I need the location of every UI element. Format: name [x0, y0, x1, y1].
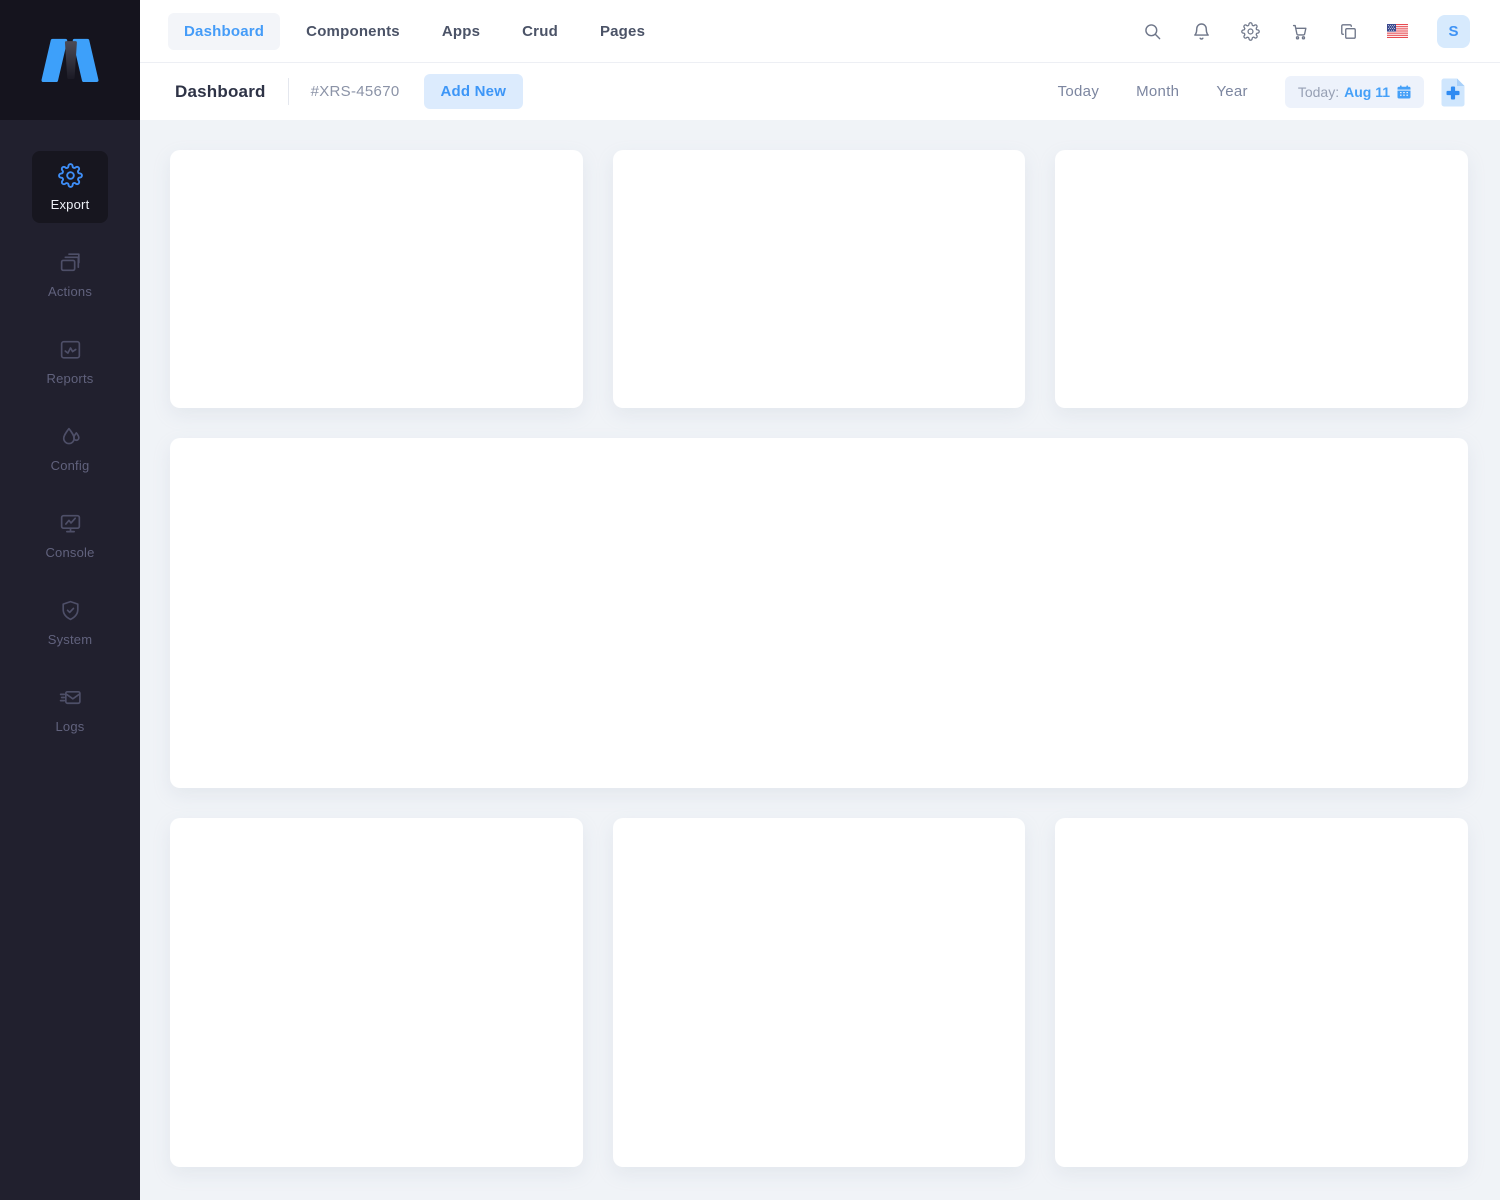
- drops-icon: [58, 424, 83, 449]
- range-year-link[interactable]: Year: [1216, 83, 1248, 100]
- detail-card-3: [1055, 818, 1468, 1167]
- sidebar-item-console[interactable]: Console: [32, 499, 108, 571]
- page-title: Dashboard: [175, 82, 266, 102]
- sidebar-item-label: Reports: [47, 371, 94, 386]
- reference-code: #XRS-45670: [311, 83, 400, 100]
- date-label: Today:: [1298, 84, 1339, 100]
- cart-icon[interactable]: [1289, 21, 1309, 41]
- sidebar-item-label: Console: [45, 545, 94, 560]
- tab-pages[interactable]: Pages: [584, 13, 661, 50]
- header-actions: S: [1142, 15, 1470, 48]
- calendar-icon: [1397, 85, 1411, 99]
- bell-icon[interactable]: [1191, 21, 1211, 41]
- dashboard-content: [140, 120, 1500, 1200]
- monitor-icon: [58, 511, 83, 536]
- range-month-link[interactable]: Month: [1136, 83, 1179, 100]
- sidebar-item-label: Config: [51, 458, 90, 473]
- gear-icon[interactable]: [1240, 21, 1260, 41]
- tab-apps[interactable]: Apps: [426, 13, 496, 50]
- report-icon: [58, 337, 83, 362]
- us-flag-icon[interactable]: [1387, 24, 1408, 38]
- sidebar-item-reports[interactable]: Reports: [32, 325, 108, 397]
- main-panel-card: [170, 438, 1468, 788]
- sidebar-item-config[interactable]: Config: [32, 412, 108, 484]
- new-file-button[interactable]: [1438, 77, 1468, 107]
- sidebar-item-actions[interactable]: Actions: [32, 238, 108, 310]
- tab-crud[interactable]: Crud: [506, 13, 574, 50]
- divider: [288, 78, 289, 105]
- card-row-top: [170, 150, 1468, 408]
- date-picker[interactable]: Today: Aug 11: [1285, 76, 1424, 108]
- search-icon[interactable]: [1142, 21, 1162, 41]
- sidebar-item-label: Logs: [56, 719, 85, 734]
- sidebar-nav: Export Actions Reports Config: [0, 120, 140, 760]
- logo-mark-icon: [36, 36, 104, 84]
- stat-card-2: [613, 150, 1026, 408]
- date-value: Aug 11: [1344, 84, 1390, 100]
- app-logo[interactable]: [0, 0, 140, 120]
- page-toolbar: Dashboard #XRS-45670 Add New Today Month…: [140, 63, 1500, 120]
- detail-card-2: [613, 818, 1026, 1167]
- top-navbar: Dashboard Components Apps Crud Pages: [140, 0, 1500, 63]
- sidebar-item-export[interactable]: Export: [32, 151, 108, 223]
- stat-card-3: [1055, 150, 1468, 408]
- sidebar-item-system[interactable]: System: [32, 586, 108, 658]
- new-file-plus-icon: [1440, 77, 1466, 107]
- sidebar: Export Actions Reports Config: [0, 0, 140, 1200]
- range-today-link[interactable]: Today: [1058, 83, 1100, 100]
- detail-card-1: [170, 818, 583, 1167]
- avatar[interactable]: S: [1437, 15, 1470, 48]
- gear-icon: [58, 163, 83, 188]
- card-row-bottom: [170, 818, 1468, 1167]
- nav-tabs: Dashboard Components Apps Crud Pages: [168, 13, 661, 50]
- layers-icon: [58, 250, 83, 275]
- sidebar-item-logs[interactable]: Logs: [32, 673, 108, 745]
- tab-dashboard[interactable]: Dashboard: [168, 13, 280, 50]
- add-new-button[interactable]: Add New: [424, 74, 524, 109]
- sidebar-item-label: System: [48, 632, 93, 647]
- main-area: Dashboard Components Apps Crud Pages: [140, 0, 1500, 1200]
- send-icon: [58, 685, 83, 710]
- toolbar-controls: Today Month Year Today: Aug 11: [1058, 76, 1468, 108]
- sidebar-item-label: Export: [51, 197, 90, 212]
- stat-card-1: [170, 150, 583, 408]
- sidebar-item-label: Actions: [48, 284, 92, 299]
- shield-icon: [58, 598, 83, 623]
- tab-components[interactable]: Components: [290, 13, 416, 50]
- copy-icon[interactable]: [1338, 21, 1358, 41]
